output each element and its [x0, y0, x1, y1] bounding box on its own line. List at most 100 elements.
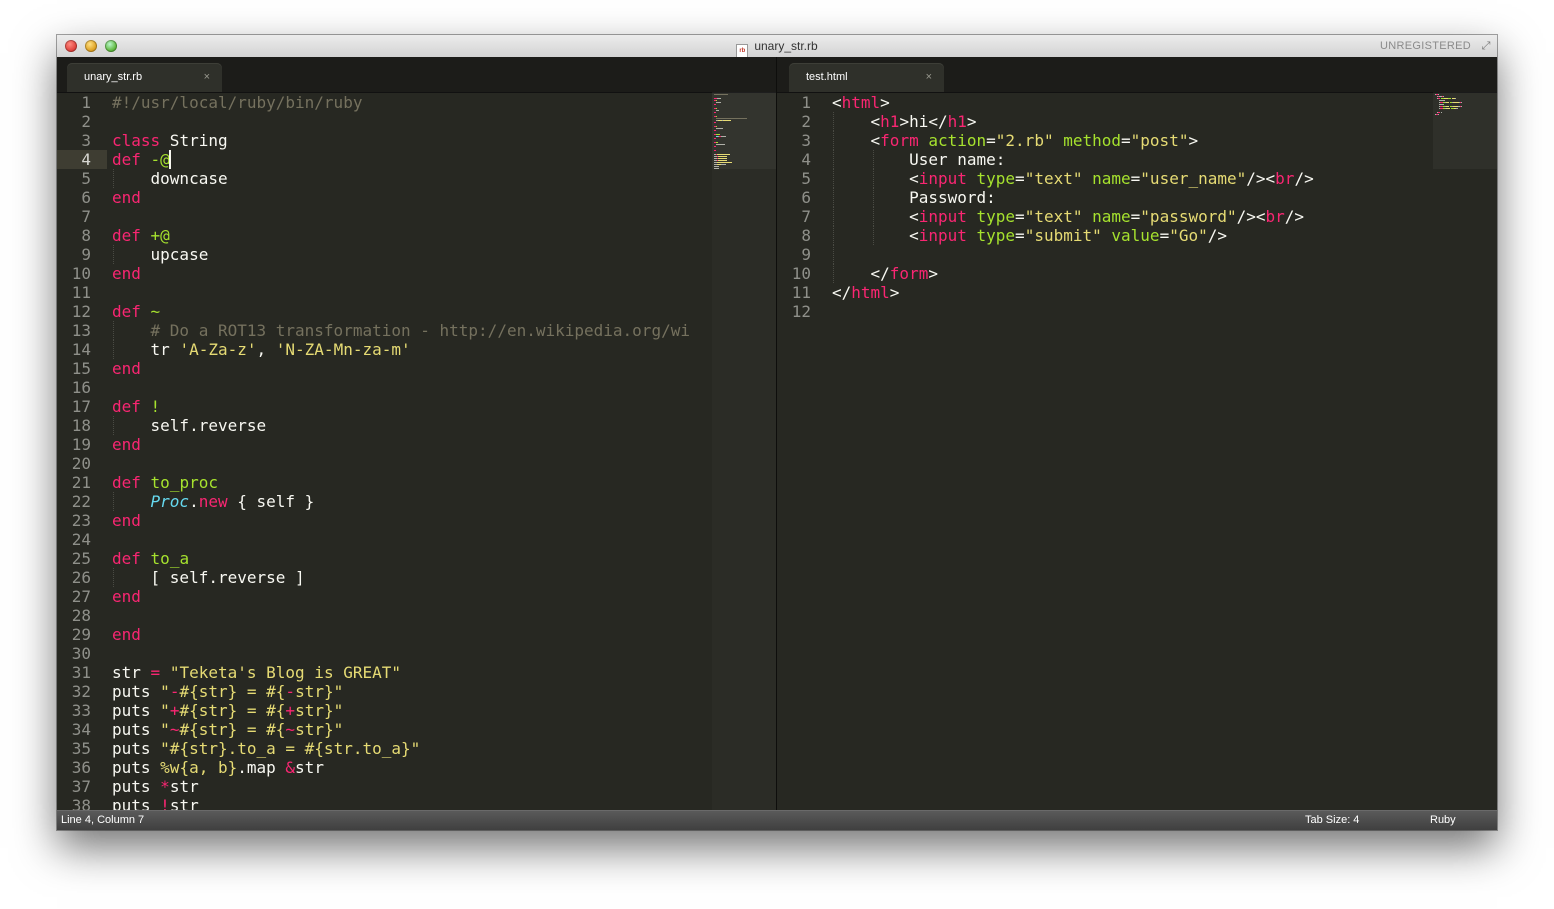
code-token: &: [285, 758, 296, 777]
code-line[interactable]: 6 end: [57, 188, 776, 207]
code-token: value: [1111, 226, 1160, 245]
editor-window: rb unary_str.rb UNREGISTERED ⤢ unary_str.…: [57, 35, 1497, 830]
code-line[interactable]: 7: [57, 207, 776, 226]
code-line[interactable]: 14 tr 'A-Za-z', 'N-ZA-Mn-za-m': [57, 340, 776, 359]
code-token: </: [832, 283, 852, 302]
code-line[interactable]: 34 puts "~#{str} = #{~str}": [57, 720, 776, 739]
tab-close-icon[interactable]: ×: [204, 63, 210, 92]
line-number: 23: [71, 511, 91, 530]
code-line[interactable]: 31 str = "Teketa's Blog is GREAT": [57, 663, 776, 682]
code-line[interactable]: 22 Proc.new { self }: [57, 492, 776, 511]
code-line[interactable]: 21 def to_proc: [57, 473, 776, 492]
code-view-ruby[interactable]: 1 #!/usr/local/ruby/bin/ruby 2 3 class Strin…: [57, 92, 776, 810]
code-line[interactable]: 38 puts !str: [57, 796, 776, 810]
code-line[interactable]: 1 <html>: [777, 93, 1497, 112]
code-line[interactable]: 20: [57, 454, 776, 473]
unregistered-label: UNREGISTERED: [1380, 40, 1471, 52]
code-line[interactable]: 16: [57, 378, 776, 397]
code-token: br: [1265, 207, 1285, 226]
code-token: puts: [112, 682, 161, 701]
code-line[interactable]: 29 end: [57, 625, 776, 644]
code-line[interactable]: 5 <input type="text" name="user_name"/><…: [777, 169, 1497, 188]
ruby-file-icon: rb: [736, 44, 749, 58]
code-line[interactable]: 36 puts %w{a, b}.map &str: [57, 758, 776, 777]
code-line[interactable]: 9: [777, 245, 1497, 264]
code-line[interactable]: 10 </form>: [777, 264, 1497, 283]
line-number: 7: [801, 207, 811, 226]
code-line[interactable]: 9 upcase: [57, 245, 776, 264]
minimap-stroke: [1461, 102, 1463, 103]
code-line[interactable]: 4 User name:: [777, 150, 1497, 169]
code-line[interactable]: 5 downcase: [57, 169, 776, 188]
code-line[interactable]: 2: [57, 112, 776, 131]
line-text: def !: [112, 397, 160, 416]
code-line[interactable]: 12: [777, 302, 1497, 321]
minimap-stroke: [717, 154, 731, 155]
code-line[interactable]: 2 <h1>hi</h1>: [777, 112, 1497, 131]
code-line[interactable]: 37 puts *str: [57, 777, 776, 796]
line-text: puts !str: [112, 796, 199, 810]
minimap-stroke: [716, 100, 718, 101]
code-line[interactable]: 19 end: [57, 435, 776, 454]
tab-size-selector[interactable]: Tab Size: 4: [1305, 811, 1359, 830]
line-number: 19: [71, 435, 91, 454]
code-token: -: [285, 682, 296, 701]
code-line[interactable]: 3 class String: [57, 131, 776, 150]
line-text: end: [112, 587, 141, 606]
minimap-stroke: [714, 94, 729, 95]
code-line[interactable]: 3 <form action="2.rb" method="post">: [777, 131, 1497, 150]
tab-close-icon[interactable]: ×: [926, 63, 932, 92]
code-line[interactable]: 25 def to_a: [57, 549, 776, 568]
code-line[interactable]: 13 # Do a ROT13 transformation - http://…: [57, 321, 776, 340]
code-line[interactable]: 24: [57, 530, 776, 549]
indent-guide: [873, 226, 874, 245]
line-number: 29: [71, 625, 91, 644]
left-minimap[interactable]: [712, 92, 776, 810]
code-token: puts: [112, 739, 161, 758]
code-line[interactable]: 6 Password:: [777, 188, 1497, 207]
code-line[interactable]: 32 puts "-#{str} = #{-str}": [57, 682, 776, 701]
code-line[interactable]: 15 end: [57, 359, 776, 378]
left-tab-bar: unary_str.rb ×: [57, 57, 776, 93]
minimap-stroke: [723, 120, 732, 121]
code-line[interactable]: 8 <input type="submit" value="Go"/>: [777, 226, 1497, 245]
code-line[interactable]: 26 [ self.reverse ]: [57, 568, 776, 587]
tab-unary-str-rb[interactable]: unary_str.rb ×: [67, 63, 222, 92]
code-token: "user_name": [1140, 169, 1247, 188]
code-line[interactable]: 33 puts "+#{str} = #{+str}": [57, 701, 776, 720]
code-view-html[interactable]: 1 <html> 2 <h1>hi</h1> 3 <form action="2.rb…: [777, 92, 1497, 810]
code-token: ": [160, 701, 170, 720]
code-line[interactable]: 11: [57, 283, 776, 302]
code-line[interactable]: 1 #!/usr/local/ruby/bin/ruby: [57, 93, 776, 112]
code-line[interactable]: 35 puts "#{str}.to_a = #{str.to_a}": [57, 739, 776, 758]
code-line[interactable]: 28: [57, 606, 776, 625]
syntax-selector[interactable]: Ruby: [1430, 811, 1456, 830]
line-number: 6: [81, 188, 91, 207]
code-line[interactable]: 17 def !: [57, 397, 776, 416]
code-line[interactable]: 11 </html>: [777, 283, 1497, 302]
code-line[interactable]: 4 def -@: [57, 150, 776, 169]
indent-guide: [833, 131, 834, 150]
line-text: # Do a ROT13 transformation - http://en.…: [112, 321, 690, 340]
right-minimap[interactable]: [1433, 92, 1497, 169]
code-token: String: [160, 131, 228, 150]
fullscreen-icon[interactable]: ⤢: [1479, 39, 1493, 53]
code-line[interactable]: 23 end: [57, 511, 776, 530]
code-line[interactable]: 18 self.reverse: [57, 416, 776, 435]
file-icon-text: rb: [739, 48, 746, 54]
code-line[interactable]: 30: [57, 644, 776, 663]
tab-test-html[interactable]: test.html ×: [789, 63, 944, 92]
code-line[interactable]: 10 end: [57, 264, 776, 283]
line-number: 8: [801, 226, 811, 245]
code-line[interactable]: 12 def ~: [57, 302, 776, 321]
code-token: #!/usr/local/ruby/bin/ruby: [112, 93, 363, 112]
code-line[interactable]: 27 end: [57, 587, 776, 606]
line-text: end: [112, 359, 141, 378]
indent-guide: [113, 568, 114, 587]
code-line[interactable]: 7 <input type="text" name="password"/><b…: [777, 207, 1497, 226]
code-line[interactable]: 8 def +@: [57, 226, 776, 245]
line-number: 27: [71, 587, 91, 606]
minimap-stroke: [1460, 106, 1462, 107]
